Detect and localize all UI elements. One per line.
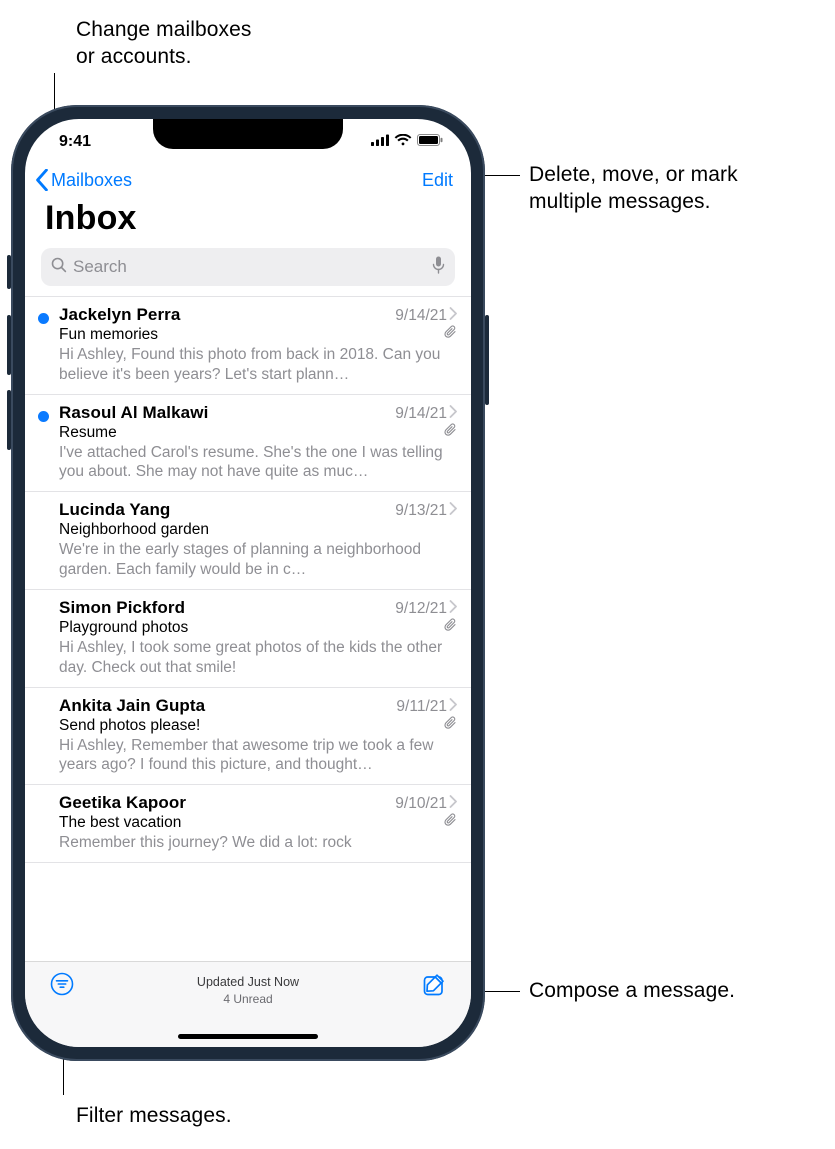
wifi-icon (394, 133, 412, 151)
volume-down (7, 390, 11, 450)
message-sender: Rasoul Al Malkawi (59, 403, 208, 423)
message-date: 9/14/21 (395, 405, 447, 423)
search-placeholder: Search (73, 257, 426, 277)
callout-compose: Compose a message. (529, 978, 735, 1005)
unread-dot-icon (38, 411, 49, 422)
battery-icon (417, 133, 443, 151)
message-sender: Geetika Kapoor (59, 793, 186, 813)
search-icon (51, 257, 67, 278)
notch (153, 119, 343, 149)
paperclip-icon (444, 618, 457, 637)
chevron-right-icon (449, 502, 457, 520)
message-row[interactable]: Rasoul Al Malkawi 9/14/21 ResumeI've attac… (25, 395, 471, 493)
status-time: 9:41 (59, 133, 91, 151)
volume-up (7, 315, 11, 375)
message-sender: Simon Pickford (59, 598, 185, 618)
compose-button[interactable] (419, 972, 449, 997)
filter-button[interactable] (47, 972, 77, 996)
phone-frame: 9:41 Mailboxes Edit (11, 105, 485, 1061)
message-preview: Hi Ashley, Found this photo from back in… (59, 345, 457, 385)
message-row[interactable]: Jackelyn Perra 9/14/21 Fun memoriesHi Ashl… (25, 297, 471, 395)
back-label: Mailboxes (51, 170, 132, 191)
chevron-right-icon (449, 307, 457, 325)
paperclip-icon (444, 716, 457, 735)
message-preview: Hi Ashley, Remember that awesome trip we… (59, 736, 457, 776)
message-date: 9/14/21 (395, 307, 447, 325)
toolbar-status: Updated Just Now 4 Unread (77, 972, 419, 1007)
message-list[interactable]: Jackelyn Perra9/14/21Fun memoriesHi Ashl… (25, 296, 471, 863)
nav-bar: Mailboxes Edit (25, 165, 471, 193)
message-date: 9/11/21 (396, 698, 447, 716)
message-row[interactable]: Lucinda Yang 9/13/21 Neighborhood gardenWe… (25, 492, 471, 590)
status-line-2: 4 Unread (77, 991, 419, 1007)
search-input[interactable]: Search (41, 248, 455, 286)
mute-switch (7, 255, 11, 289)
chevron-right-icon (449, 795, 457, 813)
fade-overlay (25, 943, 471, 961)
message-sender: Lucinda Yang (59, 500, 170, 520)
edit-button[interactable]: Edit (422, 170, 453, 191)
side-button (485, 315, 489, 405)
callout-mailboxes: Change mailboxes or accounts. (76, 17, 252, 71)
message-subject: The best vacation (59, 814, 181, 832)
status-line-1: Updated Just Now (77, 974, 419, 991)
message-preview: Remember this journey? We did a lot: roc… (59, 833, 457, 853)
back-mailboxes-button[interactable]: Mailboxes (35, 169, 132, 191)
screen: 9:41 Mailboxes Edit (25, 119, 471, 1047)
bottom-toolbar: Updated Just Now 4 Unread (25, 961, 471, 1047)
message-preview: We're in the early stages of planning a … (59, 540, 457, 580)
chevron-right-icon (449, 405, 457, 423)
dictation-icon[interactable] (432, 256, 445, 279)
paperclip-icon (444, 813, 457, 832)
message-preview: I've attached Carol's resume. She's the … (59, 443, 457, 483)
message-row[interactable]: Ankita Jain Gupta 9/11/21 Send photos plea… (25, 688, 471, 786)
message-date: 9/12/21 (395, 600, 447, 618)
message-subject: Neighborhood garden (59, 521, 209, 539)
chevron-left-icon (35, 169, 49, 191)
message-sender: Jackelyn Perra (59, 305, 180, 325)
callout-edit: Delete, move, or mark multiple messages. (529, 162, 738, 216)
unread-dot-icon (38, 313, 49, 324)
chevron-right-icon (449, 600, 457, 618)
paperclip-icon (444, 423, 457, 442)
message-date: 9/13/21 (395, 502, 447, 520)
paperclip-icon (444, 325, 457, 344)
chevron-right-icon (449, 698, 457, 716)
callout-filter: Filter messages. (76, 1103, 232, 1130)
message-subject: Send photos please! (59, 717, 200, 735)
message-sender: Ankita Jain Gupta (59, 696, 205, 716)
message-date: 9/10/21 (395, 795, 447, 813)
cellular-icon (371, 133, 389, 151)
home-indicator[interactable] (178, 1034, 318, 1039)
message-subject: Fun memories (59, 326, 158, 344)
message-row[interactable]: Simon Pickford 9/12/21 Playground photosHi… (25, 590, 471, 688)
message-preview: Hi Ashley, I took some great photos of t… (59, 638, 457, 678)
page-title: Inbox (25, 193, 471, 248)
message-subject: Resume (59, 424, 117, 442)
message-subject: Playground photos (59, 619, 188, 637)
message-row[interactable]: Geetika Kapoor 9/10/21 The best vacationRe… (25, 785, 471, 863)
